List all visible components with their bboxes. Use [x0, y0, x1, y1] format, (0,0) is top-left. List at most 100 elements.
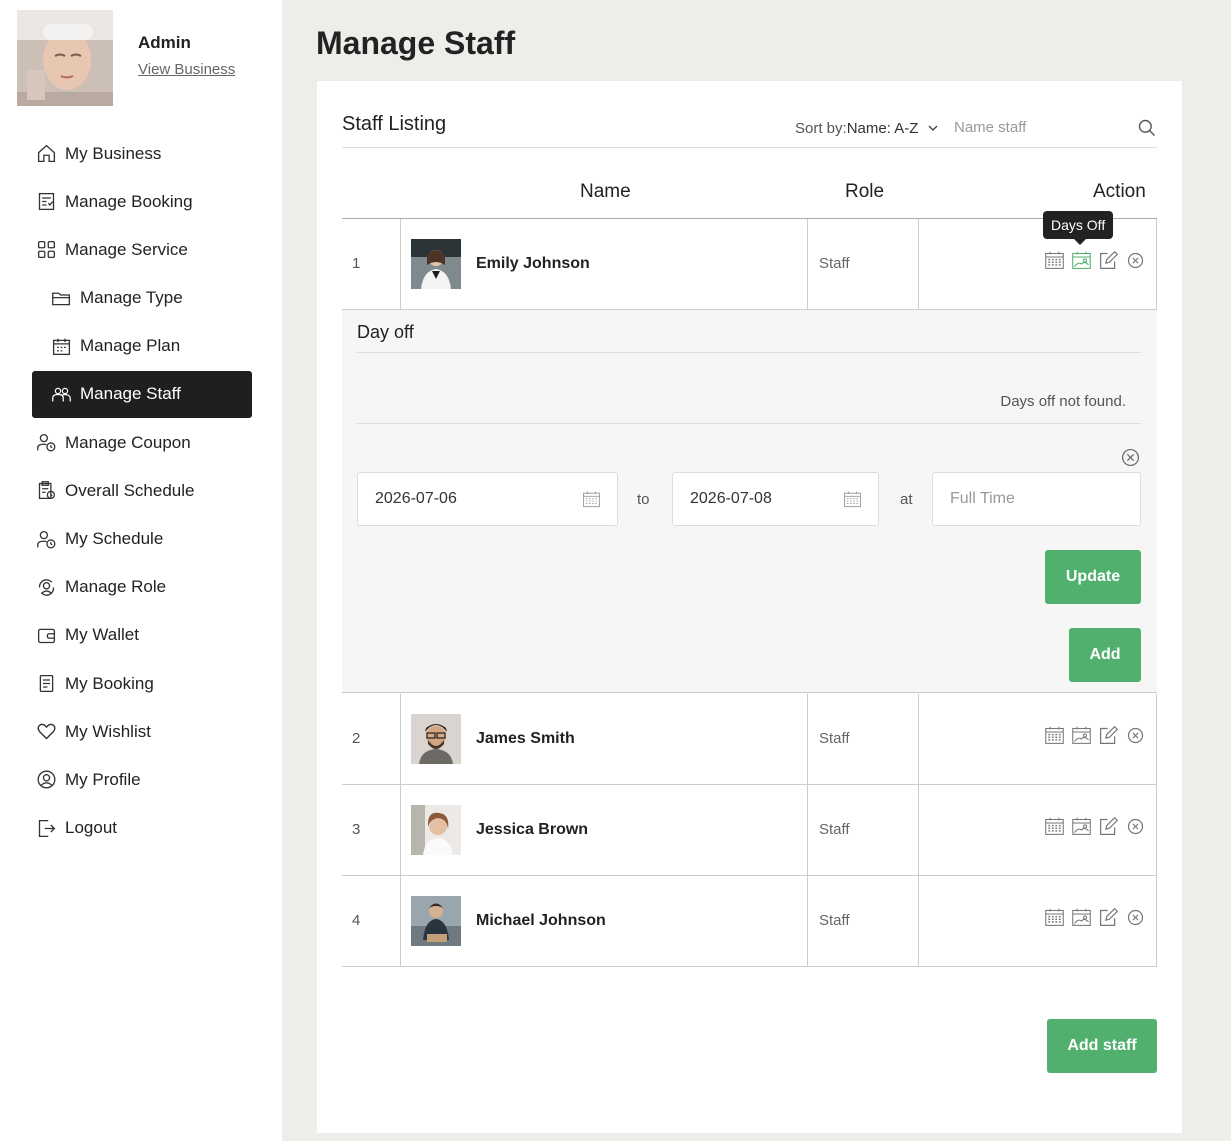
- row-actions: [1044, 816, 1152, 837]
- sidebar-item-label: Manage Coupon: [65, 432, 191, 452]
- staff-photo: [411, 239, 461, 289]
- search-input[interactable]: [954, 115, 1129, 139]
- staff-card: Staff Listing Sort by:Name: A-Z Name Rol…: [317, 81, 1182, 1133]
- schedule-calendar-icon[interactable]: [1044, 907, 1065, 928]
- user-circle-icon: [35, 769, 57, 791]
- row-index: 4: [352, 912, 361, 929]
- search-icon[interactable]: [1137, 118, 1157, 138]
- avatar[interactable]: [17, 10, 113, 106]
- calendar-icon[interactable]: [843, 490, 862, 509]
- days-off-tooltip: Days Off: [1043, 211, 1114, 245]
- close-icon[interactable]: [1121, 448, 1140, 467]
- sort-dropdown[interactable]: Sort by:Name: A-Z: [795, 120, 939, 137]
- at-label: at: [900, 491, 913, 508]
- staff-name: Jessica Brown: [476, 821, 589, 838]
- staff-name: James Smith: [476, 730, 575, 747]
- listing-title: Staff Listing: [342, 113, 447, 135]
- edit-icon[interactable]: [1098, 725, 1119, 746]
- staff-photo: [411, 714, 461, 764]
- staff-photo: [411, 805, 461, 855]
- table-row: 1 Emily Johnson Staff: [342, 219, 1157, 310]
- sidebar-item-label: My Wallet: [65, 625, 139, 645]
- view-business-link[interactable]: View Business: [138, 61, 235, 78]
- sidebar-item-my-wishlist[interactable]: My Wishlist: [32, 708, 252, 755]
- sidebar-item-label: My Wishlist: [65, 721, 151, 741]
- sidebar-item-overall-schedule[interactable]: Overall Schedule: [32, 467, 252, 514]
- row-index: 3: [352, 821, 361, 838]
- logout-icon: [35, 817, 57, 839]
- delete-icon[interactable]: [1125, 250, 1146, 271]
- days-off-icon[interactable]: [1071, 907, 1092, 928]
- sidebar-item-my-profile[interactable]: My Profile: [32, 756, 252, 803]
- delete-icon[interactable]: [1125, 907, 1146, 928]
- sidebar-item-manage-role[interactable]: Manage Role: [32, 564, 252, 611]
- to-date-field[interactable]: [672, 472, 879, 526]
- add-day-off-button[interactable]: Add: [1069, 628, 1141, 682]
- row-actions: [1044, 907, 1152, 928]
- row-index: 1: [352, 255, 361, 272]
- time-input[interactable]: [950, 490, 1120, 508]
- sidebar-item-manage-coupon[interactable]: Manage Coupon: [32, 419, 252, 466]
- delete-icon[interactable]: [1125, 816, 1146, 837]
- wallet-icon: [35, 624, 57, 646]
- sidebar-item-my-business[interactable]: My Business: [32, 130, 252, 177]
- sidebar-item-manage-service[interactable]: Manage Service: [32, 226, 252, 273]
- sidebar: Admin View Business My Business Manage B…: [0, 0, 282, 1141]
- delete-icon[interactable]: [1125, 725, 1146, 746]
- sidebar-item-manage-plan[interactable]: Manage Plan: [32, 323, 252, 370]
- sort-label: Sort by:: [795, 120, 847, 137]
- clipboard-clock-icon: [35, 480, 57, 502]
- from-date-field[interactable]: [357, 472, 618, 526]
- user-cycle-icon: [35, 576, 57, 598]
- row-index: 2: [352, 730, 361, 747]
- listing-header: Staff Listing Sort by:Name: A-Z: [342, 113, 1157, 148]
- user-name: Admin: [138, 33, 191, 52]
- days-off-icon[interactable]: [1071, 250, 1092, 271]
- heart-icon: [35, 721, 57, 743]
- time-field[interactable]: [932, 472, 1141, 526]
- sidebar-item-logout[interactable]: Logout: [32, 805, 252, 852]
- from-date-input[interactable]: [375, 490, 545, 508]
- sidebar-item-my-booking[interactable]: My Booking: [32, 660, 252, 707]
- to-label: to: [637, 491, 650, 508]
- page-title: Manage Staff: [316, 25, 516, 61]
- days-off-icon[interactable]: [1071, 725, 1092, 746]
- staff-icon: [50, 383, 72, 405]
- schedule-calendar-icon[interactable]: [1044, 816, 1065, 837]
- staff-role: Staff: [819, 821, 850, 838]
- sidebar-item-label: Manage Staff: [80, 384, 181, 404]
- staff-name: Michael Johnson: [476, 912, 606, 929]
- row-actions: [1044, 725, 1152, 746]
- update-button[interactable]: Update: [1045, 550, 1141, 604]
- user-clock-icon: [35, 528, 57, 550]
- to-date-input[interactable]: [690, 490, 860, 508]
- day-off-empty-message: Days off not found.: [1000, 393, 1126, 410]
- calendar-icon[interactable]: [582, 490, 601, 509]
- sidebar-item-my-schedule[interactable]: My Schedule: [32, 516, 252, 563]
- edit-icon[interactable]: [1098, 816, 1119, 837]
- sidebar-item-manage-staff[interactable]: Manage Staff: [32, 370, 252, 418]
- schedule-calendar-icon[interactable]: [1044, 725, 1065, 746]
- add-staff-button[interactable]: Add staff: [1047, 1019, 1157, 1073]
- column-header-name: Name: [580, 181, 631, 202]
- calendar-icon: [50, 335, 72, 357]
- column-header-action: Action: [1093, 181, 1146, 202]
- table-row: 3 Jessica Brown Staff: [342, 785, 1157, 876]
- days-off-icon[interactable]: [1071, 816, 1092, 837]
- sidebar-item-manage-type[interactable]: Manage Type: [32, 275, 252, 322]
- day-off-panel: Day off Days off not found. to at Update…: [342, 310, 1157, 693]
- sidebar-item-label: My Schedule: [65, 529, 164, 548]
- sidebar-item-label: Logout: [65, 818, 117, 838]
- sidebar-item-label: My Business: [65, 143, 162, 163]
- edit-icon[interactable]: [1098, 250, 1119, 271]
- sidebar-item-manage-booking[interactable]: Manage Booking: [32, 178, 252, 225]
- schedule-calendar-icon[interactable]: [1044, 250, 1065, 271]
- sidebar-item-my-wallet[interactable]: My Wallet: [32, 612, 252, 659]
- sidebar-item-label: Manage Booking: [65, 191, 193, 211]
- column-header-role: Role: [845, 181, 885, 202]
- edit-icon[interactable]: [1098, 907, 1119, 928]
- grid-icon: [35, 239, 57, 261]
- table-row: 4 Michael Johnson Staff: [342, 876, 1157, 967]
- sidebar-item-label: Manage Type: [80, 288, 183, 308]
- sidebar-item-label: Manage Service: [65, 239, 188, 259]
